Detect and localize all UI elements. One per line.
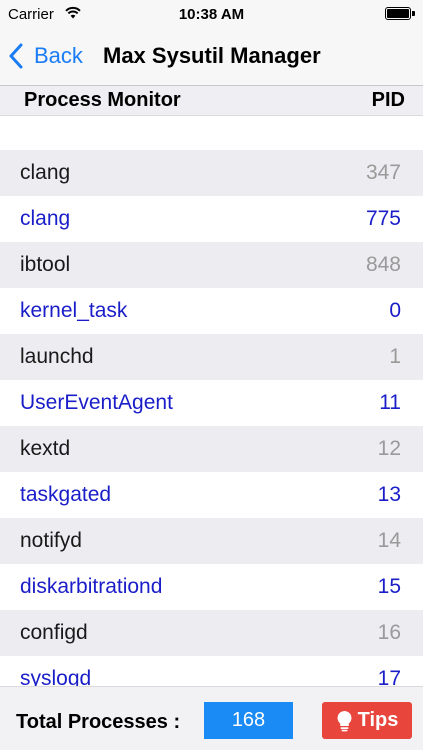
process-name: clang <box>20 207 71 230</box>
status-bar: Carrier 10:38 AM <box>0 0 423 28</box>
page-title: Max Sysutil Manager <box>103 43 321 68</box>
process-name: notifyd <box>20 529 82 552</box>
back-button[interactable]: Back <box>8 40 83 72</box>
process-pid: 848 <box>365 253 401 276</box>
back-label: Back <box>34 43 83 68</box>
total-processes-label: Total Processes : <box>16 711 181 733</box>
blank-row <box>0 116 423 150</box>
process-name: launchd <box>20 345 94 368</box>
process-pid: 12 <box>377 437 401 460</box>
navigation-bar: Back Max Sysutil Manager <box>0 28 423 86</box>
total-processes-count: 168 <box>204 702 293 739</box>
table-header: Process Monitor PID <box>0 86 423 116</box>
process-name: configd <box>20 621 88 644</box>
process-name: kextd <box>20 437 71 460</box>
process-row[interactable]: taskgated 13 <box>0 472 423 518</box>
process-name: UserEventAgent <box>20 391 173 414</box>
chevron-left-icon <box>9 43 23 69</box>
tips-label: Tips <box>357 709 399 731</box>
process-list[interactable]: clang 347 clang 775 ibtool 848 kernel_ta… <box>0 150 423 686</box>
process-name: diskarbitrationd <box>20 575 163 598</box>
process-pid: 11 <box>379 391 401 414</box>
process-row[interactable]: configd 16 <box>0 610 423 656</box>
process-pid: 17 <box>377 667 401 686</box>
process-row[interactable]: syslogd 17 <box>0 656 423 686</box>
process-pid: 1 <box>389 345 401 368</box>
column-header-pid: PID <box>371 89 405 111</box>
process-pid: 16 <box>377 621 401 644</box>
process-pid: 13 <box>377 483 401 506</box>
process-name: taskgated <box>20 483 112 506</box>
process-pid: 14 <box>377 529 401 552</box>
process-row[interactable]: clang 775 <box>0 196 423 242</box>
battery-icon <box>385 7 411 20</box>
process-name: kernel_task <box>20 299 128 322</box>
lightbulb-icon <box>337 710 352 731</box>
process-row[interactable]: ibtool 848 <box>0 242 423 288</box>
process-row[interactable]: launchd 1 <box>0 334 423 380</box>
process-pid: 347 <box>365 161 401 184</box>
process-row[interactable]: notifyd 14 <box>0 518 423 564</box>
process-row[interactable]: kernel_task 0 <box>0 288 423 334</box>
process-row[interactable]: UserEventAgent 11 <box>0 380 423 426</box>
process-pid: 0 <box>389 299 401 322</box>
process-name: ibtool <box>20 253 71 276</box>
process-row[interactable]: diskarbitrationd 15 <box>0 564 423 610</box>
process-row[interactable]: clang 347 <box>0 150 423 196</box>
process-name: syslogd <box>20 667 92 686</box>
tips-button[interactable]: Tips <box>322 702 412 739</box>
battery-tip <box>412 11 415 16</box>
process-name: clang <box>20 161 71 184</box>
status-time: 10:38 AM <box>178 6 245 23</box>
column-header-process: Process Monitor <box>24 89 181 111</box>
bottom-toolbar: Total Processes : 168 Tips <box>0 686 423 750</box>
process-row[interactable]: kextd 12 <box>0 426 423 472</box>
process-pid: 15 <box>377 575 401 598</box>
process-pid: 775 <box>365 207 401 230</box>
